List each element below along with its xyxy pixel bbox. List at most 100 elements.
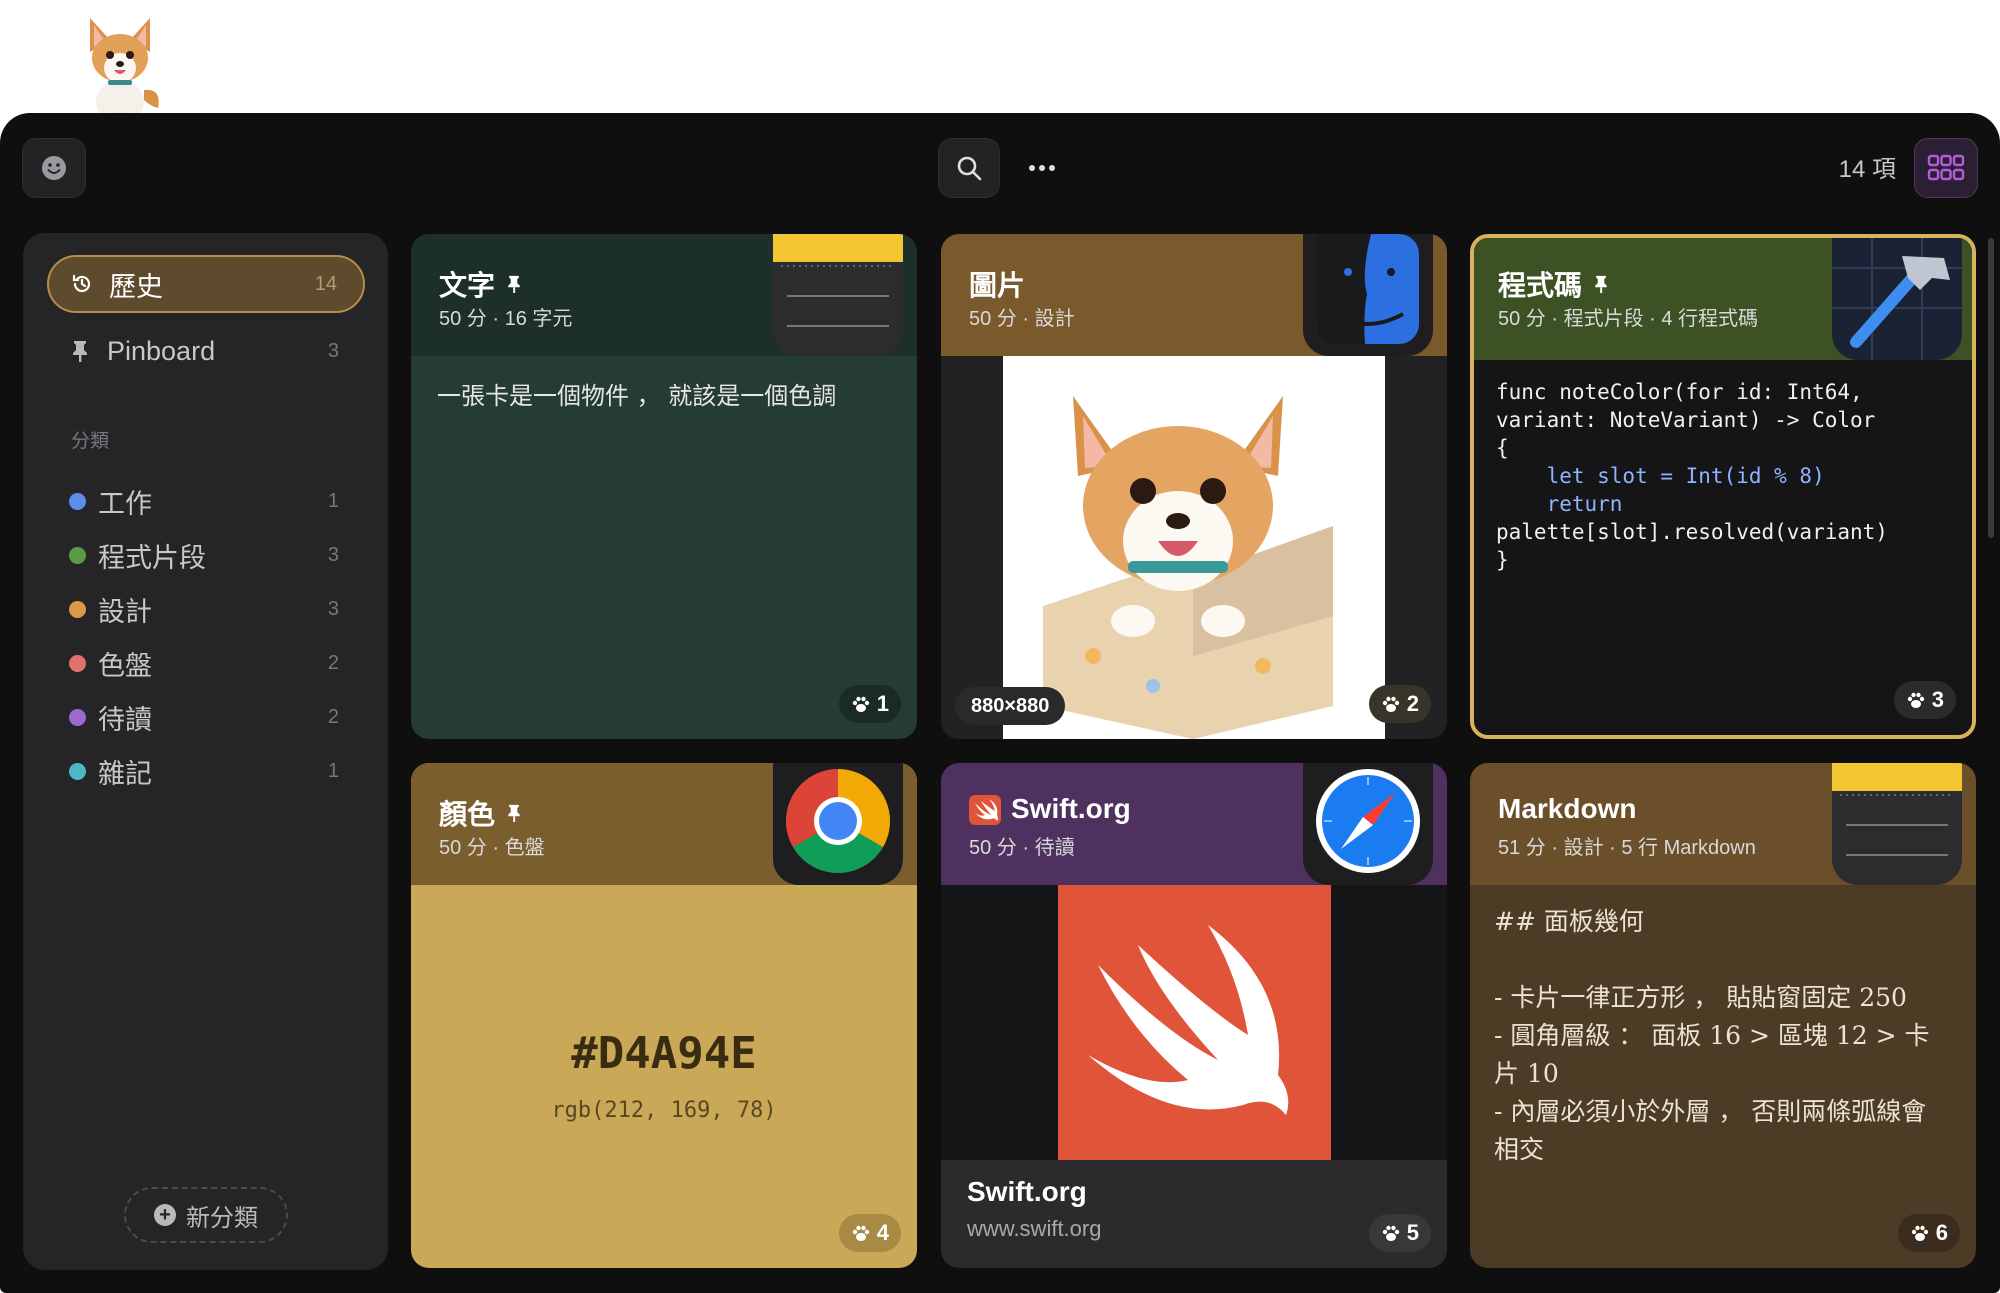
new-category-button[interactable]: + 新分類 [124,1187,288,1243]
paw-icon [1382,696,1399,712]
xcode-icon [1832,238,1962,360]
swift-favicon-icon [969,795,1001,825]
card-title: 程式碼 [1498,264,1610,304]
paw-icon [1382,1225,1399,1241]
clip-image-preview [1003,356,1385,739]
sidebar-category-work[interactable]: 工作 1 [47,472,365,530]
scrollbar[interactable] [1988,238,1994,538]
pinned-icon [508,804,520,822]
pinned-icon [1595,275,1607,293]
sidebar-item-label: 歷史 [109,271,163,302]
search-button[interactable] [938,138,1000,198]
paw-icon [1907,692,1924,708]
clip-card-code[interactable]: 程式碼 50 分 · 程式片段 · 4 行程式碼 func noteColor(… [1470,234,1976,739]
swift-logo-image [1058,885,1331,1160]
pin-icon [73,341,87,362]
category-label: 程式片段 [98,542,206,573]
paw-icon [852,696,869,712]
category-label: 設計 [98,596,152,627]
link-site-title: Swift.org [967,1176,1087,1207]
clip-card-image[interactable]: 圖片 50 分 · 設計 880×880 2 [941,234,1447,739]
code-snippet: func noteColor(for id: Int64, variant: N… [1496,380,1888,572]
card-index-badge: 3 [1893,681,1956,719]
card-subtitle: 50 分 · 設計 [969,308,1075,330]
card-index-badge: 6 [1897,1214,1960,1252]
category-count: 3 [327,597,339,620]
sidebar-category-misc[interactable]: 雜記 1 [47,742,365,800]
sidebar-item-label: Pinboard [107,335,216,366]
clip-card-markdown[interactable]: Markdown 51 分 · 設計 · 5 行 Markdown ## 面板幾… [1470,763,1976,1268]
card-subtitle: 51 分 · 設計 · 5 行 Markdown [1498,837,1756,859]
clip-card-link[interactable]: Swift.org 50 分 · 待讀 Swift.org www.swift.… [941,763,1447,1268]
card-index-badge: 2 [1368,685,1431,723]
card-subtitle: 50 分 · 程式片段 · 4 行程式碼 [1498,308,1759,330]
category-color-dot [69,654,86,672]
finder-icon [1303,234,1433,356]
category-color-dot [69,708,86,726]
card-index-badge: 1 [838,685,901,723]
sidebar-category-design[interactable]: 設計 3 [47,580,365,638]
category-color-dot [69,762,86,780]
category-label: 工作 [98,488,152,519]
card-header: Markdown 51 分 · 設計 · 5 行 Markdown [1470,763,1976,885]
card-header: Swift.org 50 分 · 待讀 [941,763,1447,885]
grid-view-button[interactable] [1914,138,1978,198]
card-index-badge: 5 [1368,1214,1431,1252]
sidebar-category-to-read[interactable]: 待讀 2 [47,688,365,746]
chrome-icon [773,763,903,885]
item-count: 14 項 [1838,156,1896,183]
smiley-icon [42,156,66,180]
card-header: 文字 50 分 · 16 字元 [411,234,917,356]
clip-card-color[interactable]: 顏色 50 分 · 色盤 #D4A94E rgb(212, 169, 78) 4 [411,763,917,1268]
card-subtitle: 50 分 · 16 字元 [439,308,573,330]
paw-icon [1911,1225,1928,1241]
category-label: 色盤 [98,650,152,681]
notes-icon [1832,763,1962,885]
clip-card-text[interactable]: 文字 50 分 · 16 字元 一張卡是一個物件 ， 就該是一個色調 1 [411,234,917,739]
category-count: 2 [327,651,339,674]
category-heading: 分類 [71,431,110,452]
card-subtitle: 50 分 · 色盤 [439,837,545,859]
safari-icon [1303,763,1433,885]
new-category-label: 新分類 [186,1204,258,1232]
card-title: 顏色 [439,793,523,833]
ellipsis-icon [1029,165,1055,171]
grid-icon [1927,154,1965,181]
card-title: 圖片 [969,270,1026,301]
card-text-body: 一張卡是一個物件 ， 就該是一個色調 [437,382,837,410]
card-header: 圖片 50 分 · 設計 [941,234,1447,356]
card-header: 程式碼 50 分 · 程式片段 · 4 行程式碼 [1474,238,1972,360]
category-count: 1 [327,489,339,512]
card-index-badge: 4 [838,1214,901,1252]
sidebar-item-count: 3 [327,339,339,362]
category-count: 1 [327,759,339,782]
notes-icon [773,234,903,356]
profile-button[interactable] [22,138,86,198]
category-color-dot [69,600,86,618]
color-rgb-value: rgb(212, 169, 78) [551,1098,777,1123]
paw-icon [852,1225,869,1241]
category-color-dot [69,492,86,510]
sidebar: 歷史 14 Pinboard 3 分類 工作 1 程式片段 3 設計 3 色盤 … [23,233,388,1270]
category-label: 雜記 [98,758,152,789]
card-title: Markdown [1498,793,1637,824]
sidebar-category-palette[interactable]: 色盤 2 [47,634,365,692]
card-title: Swift.org [1011,793,1131,824]
sidebar-item-pinboard[interactable]: Pinboard 3 [47,322,365,380]
card-header: 顏色 50 分 · 色盤 [411,763,917,885]
category-color-dot [69,546,86,564]
sidebar-category-snippets[interactable]: 程式片段 3 [47,526,365,584]
category-count: 3 [327,543,339,566]
search-icon [957,156,982,181]
card-title: 文字 [439,264,523,304]
history-icon [72,274,91,293]
link-site-url[interactable]: www.swift.org [967,1216,1101,1242]
more-button[interactable] [1020,138,1064,198]
category-count: 2 [327,705,339,728]
card-subtitle: 50 分 · 待讀 [969,837,1075,859]
color-hex-value: #D4A94E [571,1028,757,1079]
plus-icon: + [154,1204,176,1226]
markdown-body: ## 面板幾何 - 卡片一律正方形 ， 貼貼窗固定 250 - 圓角層級 ： 面… [1494,907,1930,1164]
sidebar-item-history[interactable]: 歷史 14 [47,255,365,313]
category-label: 待讀 [98,704,152,735]
